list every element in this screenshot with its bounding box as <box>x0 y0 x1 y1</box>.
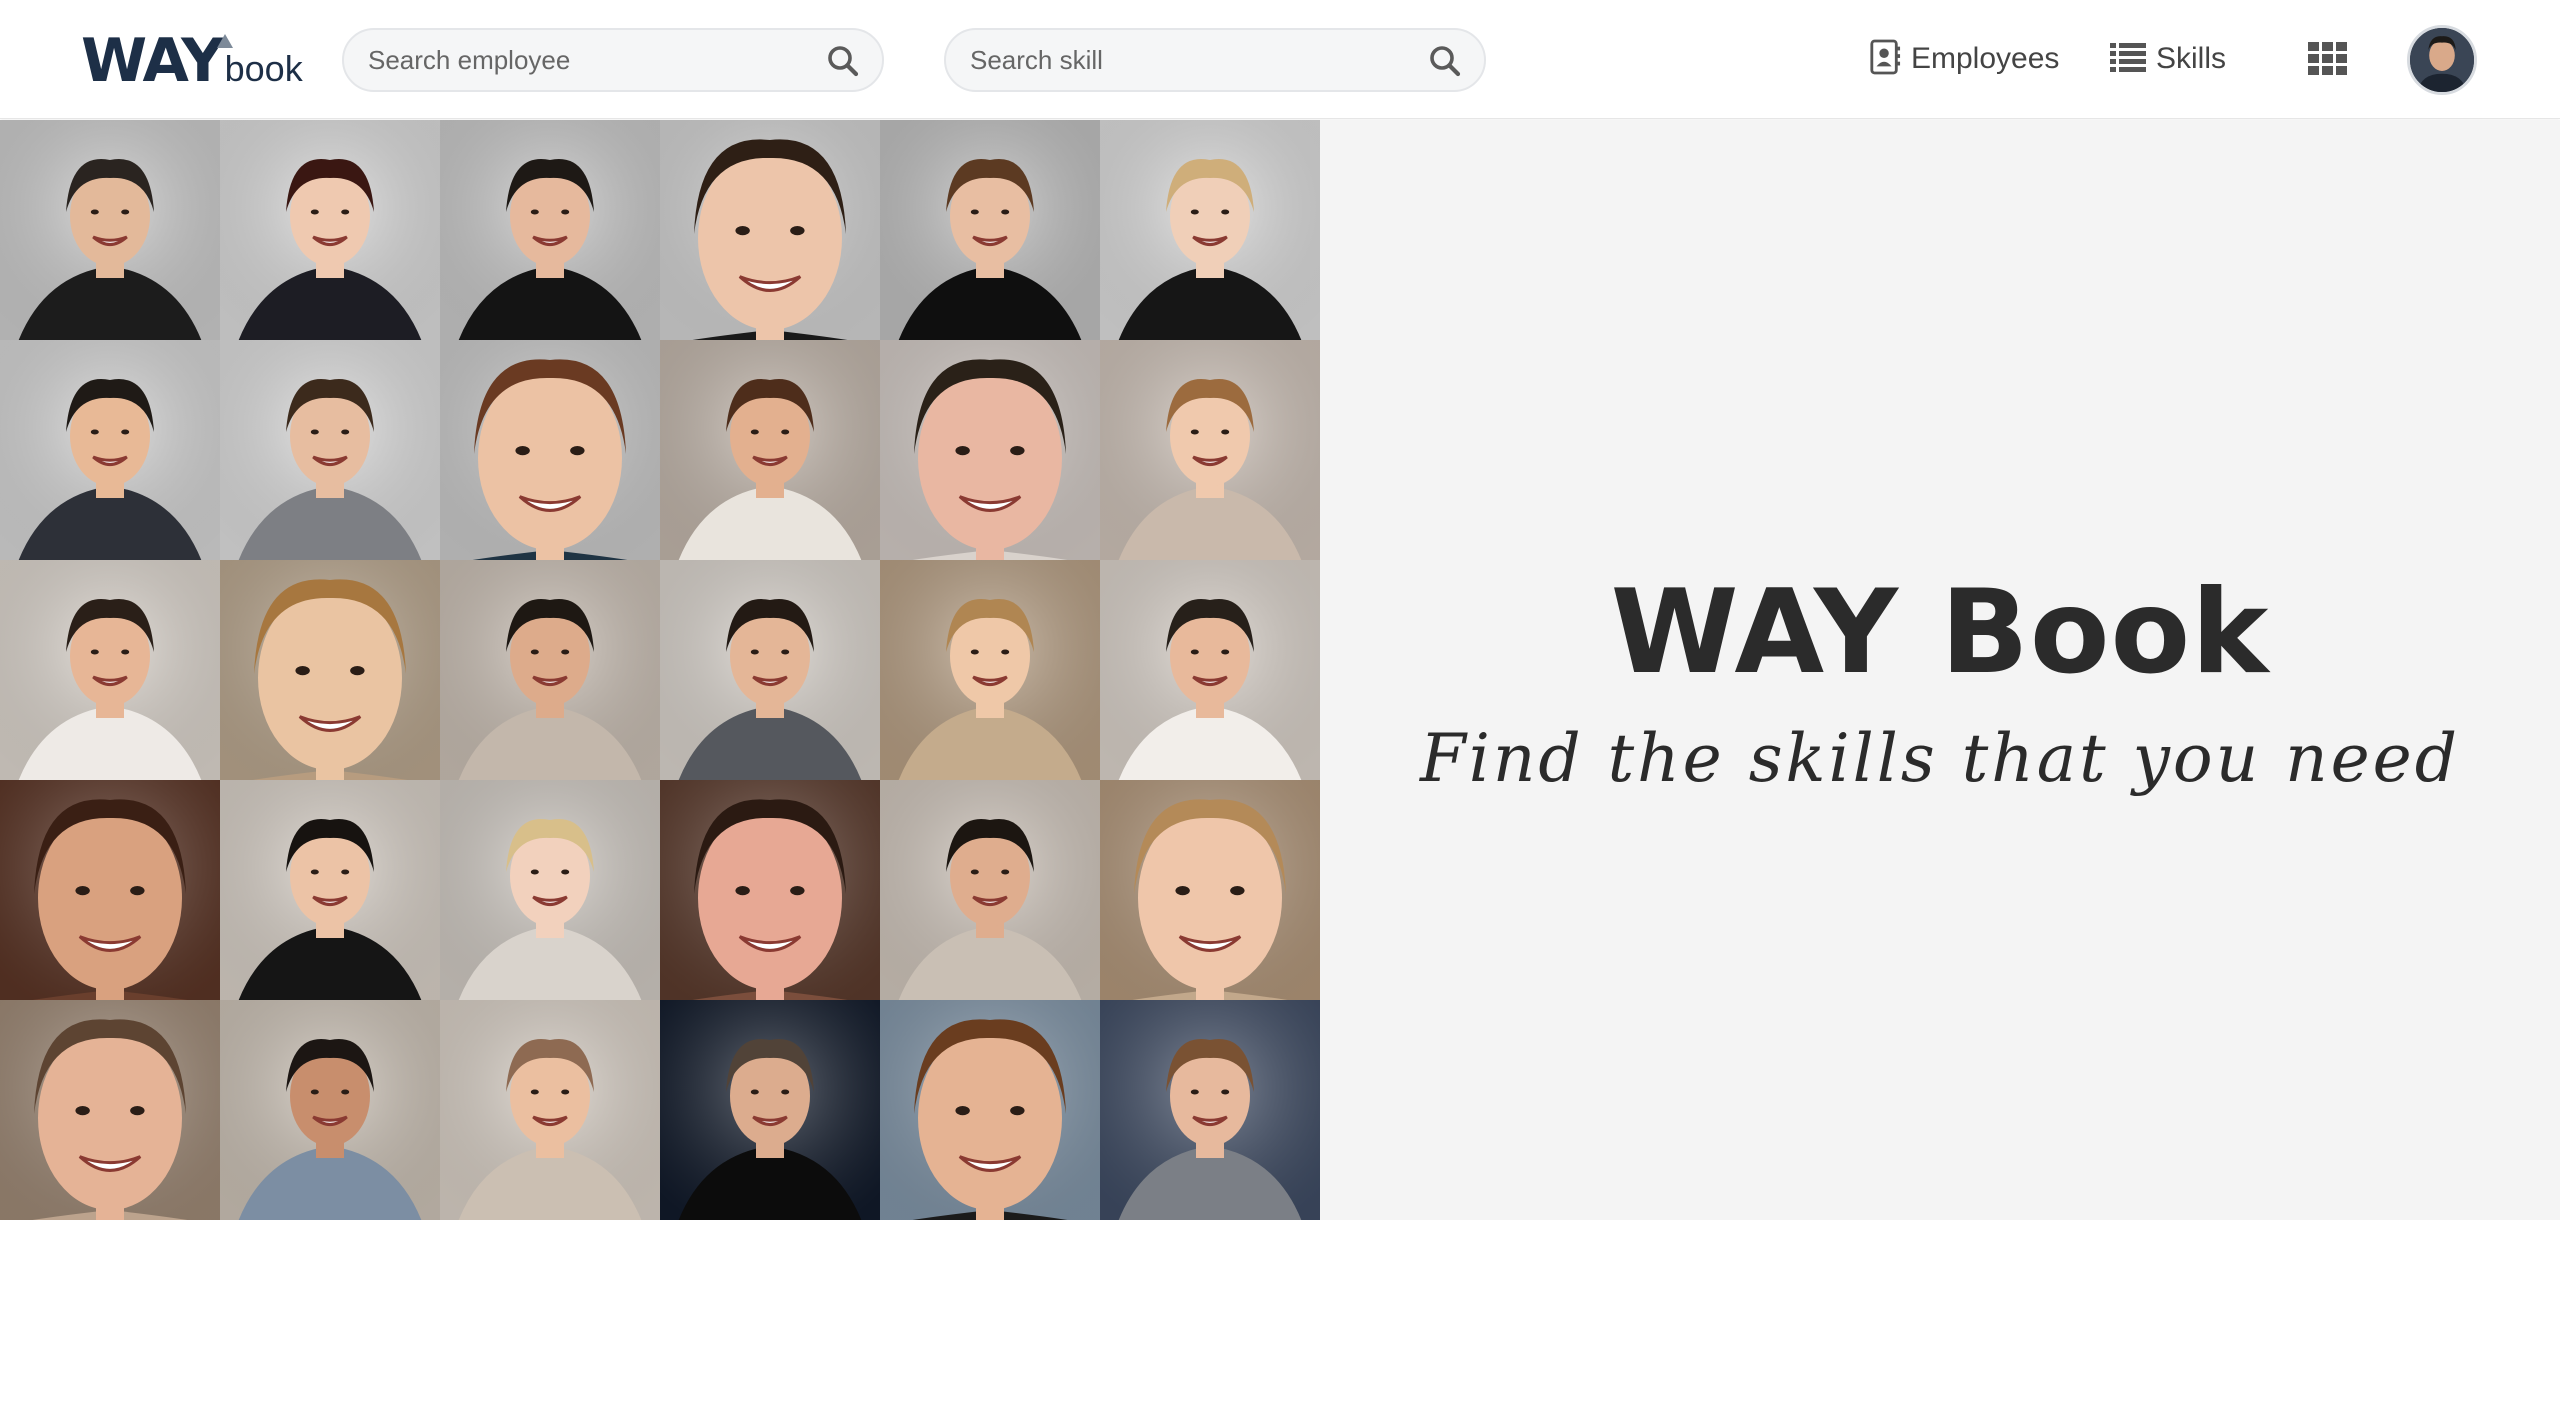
employee-photo[interactable] <box>660 560 880 780</box>
employee-photo[interactable] <box>440 560 660 780</box>
hero-title: WAY Book <box>1610 565 2270 700</box>
skill-search-input[interactable] <box>970 30 1410 90</box>
employee-photo[interactable] <box>220 340 440 560</box>
nav-skills-link[interactable]: Skills <box>2110 34 2226 84</box>
employee-photo[interactable] <box>660 1000 880 1220</box>
employee-photo[interactable] <box>0 560 220 780</box>
skill-search <box>944 28 1486 92</box>
employee-photo[interactable] <box>880 120 1100 340</box>
employee-photo[interactable] <box>1100 780 1320 1000</box>
employee-photo[interactable] <box>660 120 880 340</box>
employee-photo[interactable] <box>220 560 440 780</box>
nav-skills-label: Skills <box>2156 42 2227 75</box>
employee-photo[interactable] <box>660 780 880 1000</box>
list-icon <box>2110 42 2146 77</box>
employee-photo[interactable] <box>1100 560 1320 780</box>
search-icon[interactable] <box>1428 44 1462 78</box>
employee-photo[interactable] <box>220 120 440 340</box>
contact-card-icon <box>1869 39 1901 80</box>
nav-employees-link[interactable]: Employees <box>1869 34 2059 84</box>
employee-photo[interactable] <box>440 120 660 340</box>
employee-photo[interactable] <box>880 560 1100 780</box>
logo-mark-icon <box>217 34 233 48</box>
employee-photo[interactable] <box>1100 340 1320 560</box>
employee-photo[interactable] <box>0 340 220 560</box>
hero-panel: WAY Book Find the skills that you need <box>1320 120 2560 1220</box>
employee-photo[interactable] <box>440 1000 660 1220</box>
employee-photo[interactable] <box>880 1000 1100 1220</box>
wayboook-logo[interactable]: WAY book <box>81 30 303 92</box>
employee-photo[interactable] <box>440 780 660 1000</box>
employee-photo[interactable] <box>660 340 880 560</box>
employee-photo[interactable] <box>1100 120 1320 340</box>
employee-search-input[interactable] <box>368 30 808 90</box>
search-icon[interactable] <box>826 44 860 78</box>
employee-photo[interactable] <box>0 1000 220 1220</box>
employee-photo[interactable] <box>440 340 660 560</box>
employee-photo[interactable] <box>880 780 1100 1000</box>
top-navigation-bar: WAY book Search employee Search skill Em… <box>0 0 2560 119</box>
grid-icon[interactable] <box>2308 42 2348 76</box>
employee-photo[interactable] <box>0 120 220 340</box>
nav-employees-label: Employees <box>1911 42 2060 75</box>
employee-photo[interactable] <box>220 1000 440 1220</box>
employee-photo[interactable] <box>1100 1000 1320 1220</box>
logo-way-text: WAY <box>81 26 225 96</box>
hero-subtitle: Find the skills that you need <box>1419 720 2460 797</box>
logo-book-text: book <box>224 48 303 89</box>
employee-search <box>342 28 884 92</box>
employee-photo[interactable] <box>220 780 440 1000</box>
employee-photo-grid <box>0 120 1320 1220</box>
employee-photo[interactable] <box>0 780 220 1000</box>
user-avatar[interactable] <box>2407 25 2477 95</box>
employee-photo[interactable] <box>880 340 1100 560</box>
